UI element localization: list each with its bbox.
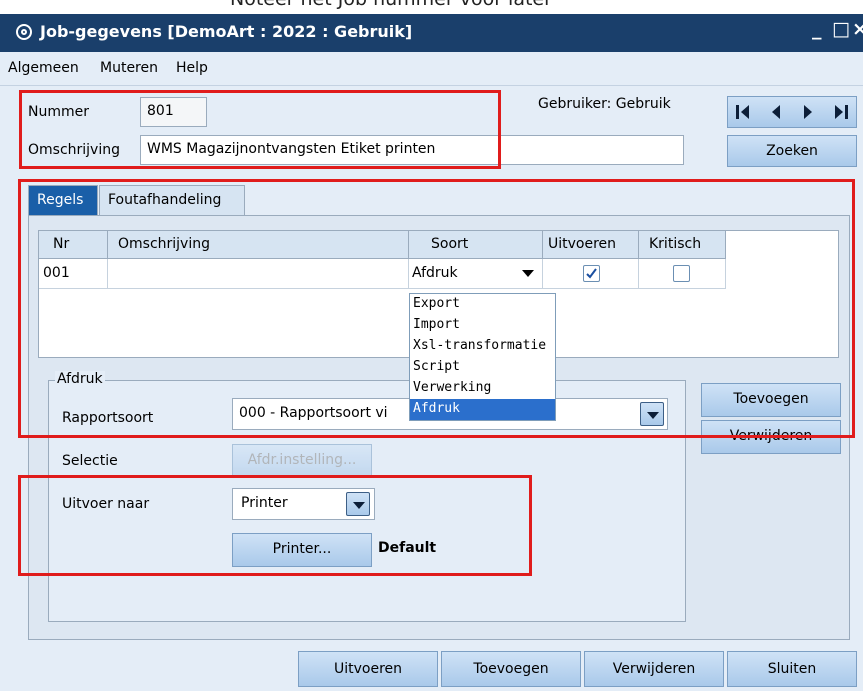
zoeken-label: Zoeken — [766, 143, 818, 159]
maximize-button[interactable]: □ — [832, 18, 850, 40]
gebruiker-label: Gebruiker: Gebruik — [538, 96, 671, 112]
next-record-icon[interactable] — [804, 105, 812, 119]
menu-algemeen[interactable]: Algemeen — [8, 60, 79, 76]
menu-bar: Algemeen Muteren Help — [0, 52, 863, 86]
verwijderen-button[interactable]: Verwijderen — [584, 651, 724, 687]
sluiten-button[interactable]: Sluiten — [727, 651, 857, 687]
record-navigator-icons — [736, 105, 848, 119]
minimize-button[interactable]: _ — [812, 18, 822, 40]
last-record-icon[interactable] — [835, 105, 848, 119]
annotation-box-grid — [18, 179, 855, 438]
menu-help[interactable]: Help — [176, 60, 208, 76]
afdr-instelling-button[interactable]: Afdr.instelling... — [232, 444, 372, 476]
top-caption-text: Noteer het Job nummer voor later — [230, 0, 552, 10]
annotation-box-uitvoer — [18, 475, 532, 576]
afdr-instelling-label: Afdr.instelling... — [247, 452, 357, 468]
verwijderen-label: Verwijderen — [612, 661, 696, 677]
app-icon — [16, 24, 32, 40]
annotation-box-header — [19, 90, 501, 169]
uitvoeren-button[interactable]: Uitvoeren — [298, 651, 438, 687]
sluiten-label: Sluiten — [767, 661, 817, 677]
zoeken-button[interactable]: Zoeken — [727, 135, 857, 167]
window-title: Job-gegevens [DemoArt : 2022 : Gebruik] — [40, 22, 413, 41]
first-record-icon[interactable] — [736, 105, 749, 119]
toevoegen-button[interactable]: Toevoegen — [441, 651, 581, 687]
window-titlebar: Job-gegevens [DemoArt : 2022 : Gebruik] … — [0, 14, 863, 52]
uitvoeren-label: Uitvoeren — [333, 661, 403, 677]
previous-record-icon[interactable] — [772, 105, 780, 119]
top-caption-strip: Noteer het Job nummer voor later — [0, 0, 863, 14]
toevoegen-label: Toevoegen — [473, 661, 549, 677]
record-navigator — [727, 96, 857, 128]
close-button[interactable]: × — [852, 18, 863, 40]
selectie-label: Selectie — [62, 453, 118, 469]
menu-muteren[interactable]: Muteren — [100, 60, 158, 76]
